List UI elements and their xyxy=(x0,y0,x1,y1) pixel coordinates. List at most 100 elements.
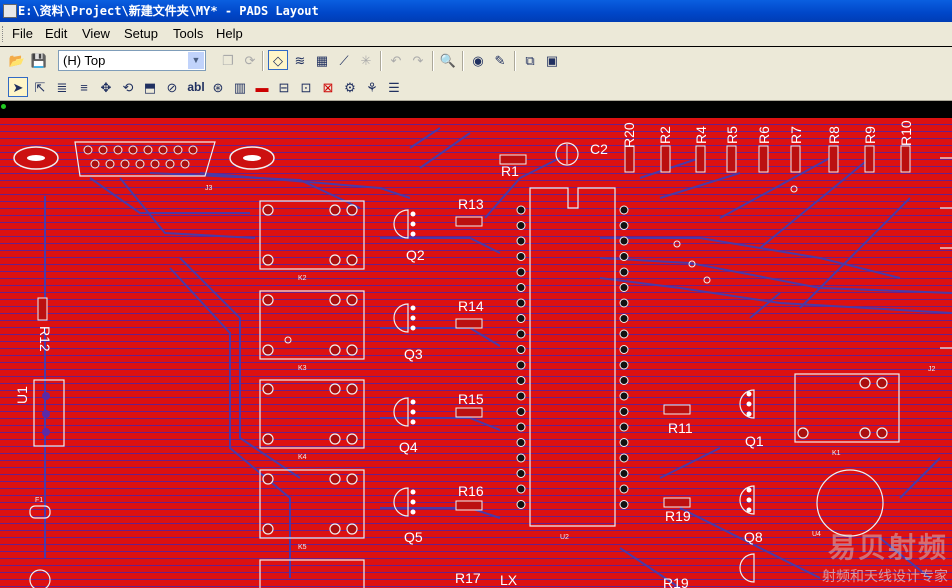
origin-marker xyxy=(1,104,6,109)
ref-q2: Q2 xyxy=(406,247,425,263)
menu-edit[interactable]: Edit xyxy=(45,26,67,41)
no-entry-icon[interactable]: ⊘ xyxy=(162,77,182,97)
zoom-window-icon[interactable]: ⧉ xyxy=(520,50,540,70)
tree-icon[interactable]: ⚘ xyxy=(362,77,382,97)
ref-k4: K4 xyxy=(298,454,307,461)
ref-r19b: R19 xyxy=(663,575,689,588)
query-icon[interactable]: ⊡ xyxy=(296,77,316,97)
ref-k2: K2 xyxy=(298,275,307,282)
ic-pin xyxy=(619,376,629,385)
ic-pin xyxy=(516,422,526,432)
select-mode-icon[interactable]: ⇱ xyxy=(30,77,50,97)
ref-r2: R2 xyxy=(657,126,673,144)
star-icon[interactable]: ✳ xyxy=(356,50,376,70)
ref-r14: R14 xyxy=(458,298,484,314)
flip-icon[interactable]: ⬒ xyxy=(140,77,160,97)
ref-r11: R11 xyxy=(668,420,693,436)
ic-pin xyxy=(516,298,526,308)
watermark-tagline: 射频和天线设计专家 xyxy=(822,568,948,584)
text-icon[interactable]: abl xyxy=(184,77,208,97)
save-icon[interactable]: 💾 xyxy=(29,50,49,70)
ref-u4: U4 xyxy=(812,531,821,538)
ref-r10: R10 xyxy=(898,120,914,146)
ic-pin xyxy=(516,453,526,463)
menu-view[interactable]: View xyxy=(82,26,110,41)
ref-q3: Q3 xyxy=(404,346,423,362)
ic-pin xyxy=(516,391,526,401)
menu-bar: File Edit View Setup Tools Help xyxy=(0,22,952,46)
ic-pin xyxy=(619,484,629,494)
ref-lx: LX xyxy=(500,572,518,588)
ref-j2: J2 xyxy=(928,366,936,373)
chevron-down-icon[interactable]: ▼ xyxy=(188,52,204,69)
layer-select-value: (H) Top xyxy=(63,53,106,68)
ic-pin xyxy=(516,221,526,230)
ic-pin xyxy=(516,469,526,478)
traces xyxy=(44,127,952,588)
menu-help[interactable]: Help xyxy=(216,26,243,41)
ref-f1: F1 xyxy=(35,497,43,504)
ref-q4: Q4 xyxy=(399,439,418,455)
watermark: 易贝射频 射频和天线设计专家 xyxy=(822,526,948,586)
drc-icon[interactable]: ⊠ xyxy=(318,77,338,97)
route-icon[interactable]: ≋ xyxy=(290,50,310,70)
ic-pin xyxy=(619,407,629,416)
ref-u1: U1 xyxy=(14,386,30,404)
fuse-f1 xyxy=(29,505,51,519)
toolbar-separator xyxy=(514,51,516,71)
ref-r4: R4 xyxy=(693,126,709,144)
refresh-icon[interactable]: ⟳ xyxy=(240,50,260,70)
ic-pin xyxy=(516,500,526,509)
component-icon[interactable]: ▥ xyxy=(230,77,250,97)
ref-q5: Q5 xyxy=(404,529,423,545)
layer-stack-icon[interactable]: ≣ xyxy=(52,77,72,97)
drafting-icon[interactable]: ▦ xyxy=(312,50,332,70)
copy-icon[interactable]: ❐ xyxy=(218,50,238,70)
window-title: E:\资料\Project\新建文件夹\MY* - PADS Layout xyxy=(18,4,319,18)
ic-pin xyxy=(619,453,629,463)
ref-r12: R12 xyxy=(37,326,53,352)
magnifier-icon[interactable]: 🔍 xyxy=(438,50,458,70)
report-icon[interactable]: ☰ xyxy=(384,77,404,97)
layer-select[interactable]: (H) Top ▼ xyxy=(58,50,206,71)
design-toolbar-icon[interactable]: ◇ xyxy=(268,50,288,70)
net-icon[interactable]: ⊟ xyxy=(274,77,294,97)
menubar-grip[interactable] xyxy=(2,26,6,42)
ref-r13: R13 xyxy=(458,196,484,212)
watermark-logo-text: 易贝射频 xyxy=(827,532,948,563)
transistor-pins xyxy=(410,211,752,515)
rotate-icon[interactable]: ⟲ xyxy=(118,77,138,97)
ref-j3: J3 xyxy=(205,185,213,192)
verify-icon[interactable]: ⚙ xyxy=(340,77,360,97)
ic-pin xyxy=(619,345,629,354)
move-icon[interactable]: ✥ xyxy=(96,77,116,97)
pcb-board[interactable]: R1 C2 R13 R14 R15 R16 R17 LX Q2 Q3 Q4 Q5… xyxy=(0,118,952,588)
folder-open-icon[interactable]: 📂 xyxy=(7,50,27,70)
ic-pin xyxy=(619,298,629,308)
ic-pin xyxy=(619,391,629,401)
highlight-icon[interactable]: ▬ xyxy=(252,77,272,97)
ic-pin xyxy=(516,267,526,277)
display-icon[interactable]: ◉ xyxy=(468,50,488,70)
ref-q8: Q8 xyxy=(744,529,763,545)
ref-r20: R20 xyxy=(621,122,637,148)
bottom-left-part xyxy=(29,569,51,588)
ref-r6: R6 xyxy=(756,126,772,144)
ic-pin xyxy=(619,221,629,230)
menu-file[interactable]: File xyxy=(12,26,33,41)
output-window-icon[interactable]: ▣ xyxy=(542,50,562,70)
brush-icon[interactable]: ✎ xyxy=(490,50,510,70)
title-bar: E:\资料\Project\新建文件夹\MY* - PADS Layout xyxy=(0,0,952,22)
menu-tools[interactable]: Tools xyxy=(173,26,203,41)
menu-setup[interactable]: Setup xyxy=(124,26,158,41)
ic-pin xyxy=(619,329,629,339)
undo-icon[interactable]: ↶ xyxy=(386,50,406,70)
pcb-canvas[interactable]: R1 C2 R13 R14 R15 R16 R17 LX Q2 Q3 Q4 Q5… xyxy=(0,101,952,588)
arrow-select-icon[interactable]: ➤ xyxy=(8,77,28,97)
redo-icon[interactable]: ↷ xyxy=(408,50,428,70)
layer-stack-2-icon[interactable]: ≡ xyxy=(74,77,94,97)
ic-pin xyxy=(619,283,629,292)
pad-icon[interactable]: ⊛ xyxy=(208,77,228,97)
ic-pin xyxy=(619,314,629,323)
connect-icon[interactable]: ⟋ xyxy=(334,50,354,70)
